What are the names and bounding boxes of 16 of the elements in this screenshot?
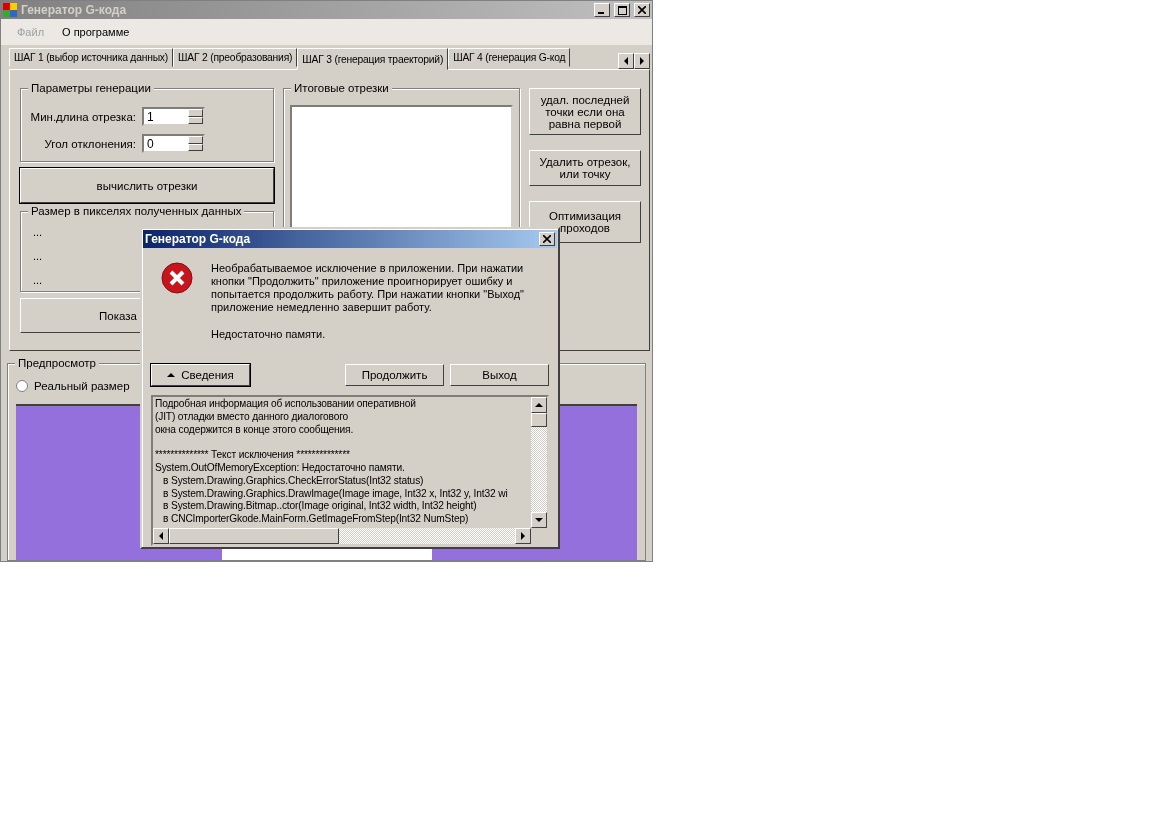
group-title: Предпросмотр	[15, 357, 99, 369]
field-label: Угол отклонения:	[44, 137, 136, 150]
value-text: ...	[32, 274, 43, 288]
details-text: ************** Текст исключения ************** System.OutOfMemoryException: Недостаточно памяти. в System.Drawing.Graphics.CheckErrorStatus(Int32 status) в System.Drawing.Graphics.DrawImage(Image image, Int32 x, Int32 y, Int32 wi в System.Drawing.Bitmap..ctor(Image original, Int32 width, Int32 height) в CNCImporterGkode.MainForm.GetImageFromStep(Int32 NumStep)	[155, 449, 508, 526]
error-message: Необрабатываемое исключение в приложении. При нажатии кнопки "Продолжить" приложение проигнорирует ошибку и попытается продолжить работу. При нажатии кнопки "Выход" приложение немедленно завершит работу.	[211, 262, 525, 314]
details-text: Подробная информация об использовании оперативной (JIT) отладки вместо данного диалогового окна содержится в конце этого сообщения.	[155, 398, 416, 437]
group-title: Размер в пикселях полученных данных	[28, 205, 245, 217]
error-text: Недостаточно памяти.	[211, 328, 327, 341]
dialog-title: Генератор G-кода	[145, 232, 252, 246]
field-label: Мин.длина отрезка:	[30, 110, 136, 123]
radio-label: Реальный размер	[34, 380, 130, 392]
value-text: ...	[32, 226, 43, 240]
window-title: Генератор G-кода	[21, 3, 128, 17]
group-title: Итоговые отрезки	[291, 82, 392, 94]
group-title: Параметры генерации	[28, 82, 154, 94]
value-text: ...	[32, 250, 43, 264]
